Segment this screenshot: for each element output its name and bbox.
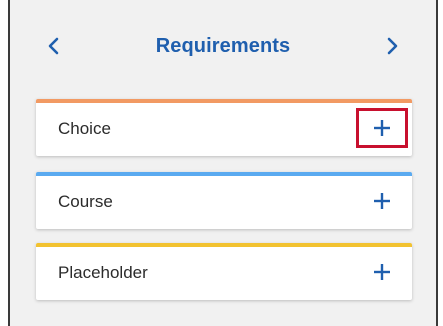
requirements-panel: Requirements Choice Course Placeholder	[8, 0, 438, 326]
panel-header: Requirements	[10, 24, 436, 68]
card-accent-bar	[36, 243, 412, 247]
item-label: Placeholder	[58, 262, 148, 282]
page-title: Requirements	[155, 34, 291, 57]
requirement-item-course[interactable]: Course	[36, 172, 412, 229]
previous-button[interactable]	[36, 28, 72, 64]
chevron-right-icon	[387, 37, 398, 55]
requirement-item-choice[interactable]: Choice	[36, 99, 412, 156]
card-accent-bar	[36, 172, 412, 176]
add-choice-button[interactable]	[356, 107, 408, 148]
add-course-button[interactable]	[358, 180, 406, 222]
item-label: Course	[58, 191, 113, 211]
add-placeholder-button[interactable]	[358, 251, 406, 293]
plus-icon	[374, 119, 390, 136]
card-accent-bar	[36, 99, 412, 103]
plus-icon	[374, 263, 390, 280]
chevron-left-icon	[48, 37, 59, 55]
item-label: Choice	[58, 118, 111, 138]
requirement-item-placeholder[interactable]: Placeholder	[36, 243, 412, 300]
plus-icon	[374, 192, 390, 209]
next-button[interactable]	[374, 28, 410, 64]
